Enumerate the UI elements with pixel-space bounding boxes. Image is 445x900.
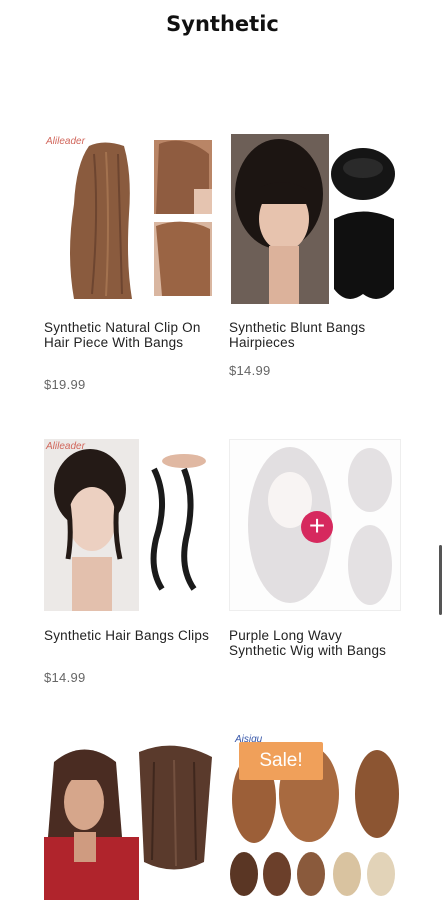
plus-icon[interactable]: +	[301, 511, 333, 543]
scrollbar[interactable]	[439, 545, 442, 615]
product-price: $14.99	[229, 363, 271, 378]
product-image[interactable]	[229, 134, 401, 306]
product-image[interactable]: Aisiqu Sale!	[229, 734, 401, 900]
product-image[interactable]	[44, 742, 216, 900]
hair-bangs-clips-image	[44, 439, 216, 611]
bob-wig-image	[44, 742, 216, 900]
product-card[interactable]: Synthetic Blunt Bangs Hairpieces $14.99	[229, 134, 401, 394]
product-card[interactable]	[44, 742, 216, 900]
product-card[interactable]: Alileader Synthetic Natural Clip On Hair…	[44, 134, 216, 394]
brand-logo: Alileader	[46, 136, 85, 147]
clip-on-hair-piece-image	[44, 134, 216, 306]
product-card[interactable]: + Purple Long Wavy Synthetic Wig with Ba…	[229, 439, 401, 699]
product-name[interactable]: Purple Long Wavy Synthetic Wig with Bang…	[229, 628, 401, 658]
product-name[interactable]: Synthetic Natural Clip On Hair Piece Wit…	[44, 320, 216, 350]
product-price: $14.99	[44, 670, 86, 685]
product-image[interactable]: +	[229, 439, 401, 611]
blunt-bangs-image	[229, 134, 401, 306]
sale-badge: Sale!	[239, 742, 323, 780]
product-image[interactable]: Alileader	[44, 134, 216, 306]
product-image[interactable]: Alileader	[44, 439, 216, 611]
product-name[interactable]: Synthetic Hair Bangs Clips	[44, 628, 216, 643]
brand-logo: Alileader	[46, 441, 85, 452]
product-price: $19.99	[44, 377, 86, 392]
product-card[interactable]: Alileader Synthetic Hair Bangs Clips $14…	[44, 439, 216, 699]
product-name[interactable]: Synthetic Blunt Bangs Hairpieces	[229, 320, 401, 350]
page-title: Synthetic	[166, 12, 279, 36]
product-card[interactable]: Aisiqu Sale!	[229, 734, 401, 900]
